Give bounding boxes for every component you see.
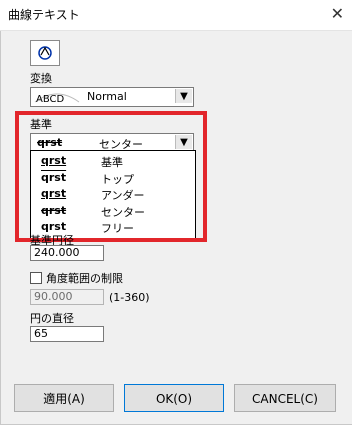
curve-text-icon-button[interactable] bbox=[30, 40, 60, 66]
ok-button[interactable]: OK(O) bbox=[124, 384, 224, 412]
highlight-box bbox=[15, 111, 207, 242]
title-bar: 曲線テキスト ✕ bbox=[0, 0, 352, 31]
angle-range-label: (1-360) bbox=[109, 291, 150, 304]
circle-diameter-label: 円の直径 bbox=[30, 312, 74, 325]
angle-field[interactable]: 90.000 bbox=[30, 289, 104, 305]
close-icon[interactable]: ✕ bbox=[331, 4, 344, 23]
angle-limit-checkbox[interactable] bbox=[30, 272, 42, 284]
window-title: 曲線テキスト bbox=[8, 8, 80, 22]
transform-sample: ABCD bbox=[36, 94, 65, 104]
curve-text-icon bbox=[38, 46, 52, 60]
cancel-button[interactable]: CANCEL(C) bbox=[234, 384, 336, 412]
transform-combo[interactable]: ABCD Normal ▼ bbox=[30, 87, 194, 107]
baseline-diameter-field[interactable]: 240.000 bbox=[30, 245, 104, 261]
arch-text-icon: ABCD bbox=[34, 93, 80, 104]
transform-value: Normal bbox=[87, 90, 127, 103]
apply-button[interactable]: 適用(A) bbox=[14, 384, 114, 412]
angle-limit-label: 角度範囲の制限 bbox=[46, 272, 123, 285]
chevron-down-icon[interactable]: ▼ bbox=[175, 89, 192, 103]
circle-diameter-field[interactable]: 65 bbox=[30, 326, 104, 342]
transform-label: 変換 bbox=[30, 72, 52, 85]
